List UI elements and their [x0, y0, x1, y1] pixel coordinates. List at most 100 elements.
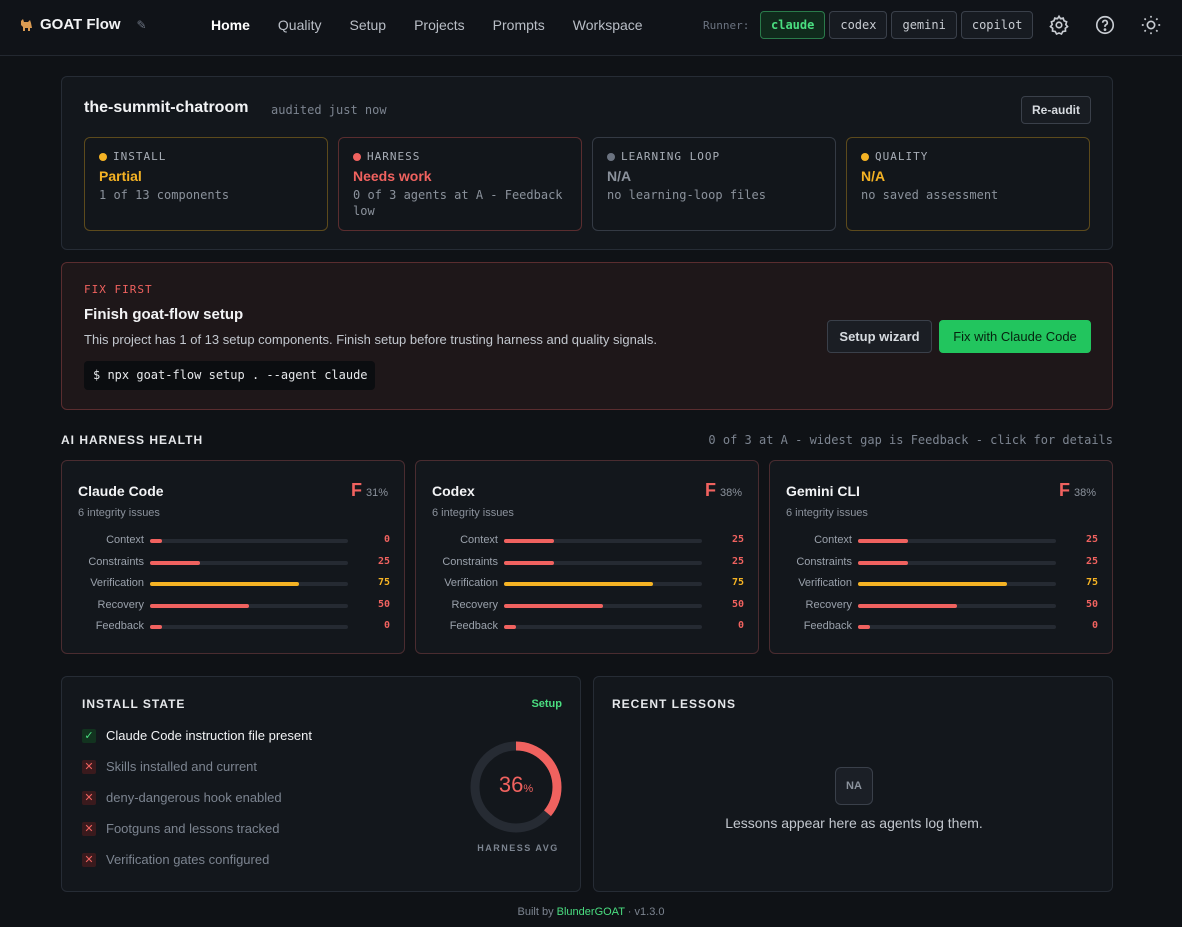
settings-gear-icon[interactable]	[1048, 14, 1070, 36]
metric-label: Verification	[90, 577, 144, 589]
runner-chip-gemini[interactable]: gemini	[891, 11, 957, 39]
metric-bar-track	[858, 560, 1056, 565]
metric-value: 75	[731, 577, 744, 588]
setup-wizard-button[interactable]: Setup wizard	[827, 320, 932, 353]
metric-bar-track	[858, 582, 1056, 586]
metric-bar-fill	[858, 603, 957, 608]
recent-lessons-panel: RECENT LESSONS NA Lessons appear here as…	[593, 676, 1113, 892]
install-item-label: Verification gates configured	[106, 852, 270, 867]
fix-first-tag: FIX FIRST	[84, 283, 153, 296]
agent-name: Claude Code	[78, 483, 164, 499]
empty-state-message: Lessons appear here as agents log them.	[725, 815, 983, 831]
metric-bar-track	[150, 539, 348, 543]
metric-row: Verification 75	[62, 577, 406, 591]
install-item: ✕ deny-dangerous hook enabled	[82, 790, 282, 805]
metric-value: 0	[383, 620, 390, 631]
fix-with-claude-button[interactable]: Fix with Claude Code	[939, 320, 1091, 353]
harness-avg-donut: 36%	[468, 739, 564, 835]
install-item-label: Footguns and lessons tracked	[106, 821, 280, 836]
nav-quality[interactable]: Quality	[264, 17, 336, 33]
re-audit-button[interactable]: Re-audit	[1021, 96, 1091, 124]
metric-row: Verification 75	[770, 577, 1114, 591]
metric-bar-fill	[150, 625, 162, 629]
help-icon[interactable]	[1094, 14, 1116, 36]
nav-projects[interactable]: Projects	[400, 17, 479, 33]
edit-icon[interactable]: ✎	[137, 18, 147, 32]
goat-icon	[18, 17, 34, 33]
theme-toggle-sun-icon[interactable]	[1140, 14, 1162, 36]
metric-row: Feedback 0	[62, 620, 406, 634]
metric-bar-track	[858, 603, 1056, 608]
setup-command[interactable]: $ npx goat-flow setup . --agent claude	[84, 361, 375, 390]
runner-chip-codex[interactable]: codex	[829, 11, 888, 39]
metric-row: Recovery 50	[416, 599, 760, 613]
status-dot-icon	[607, 152, 615, 161]
check-icon: ✓	[82, 728, 96, 743]
metric-bar-track	[504, 603, 702, 608]
app-name: GOAT Flow	[40, 16, 121, 33]
harness-health-heading: AI HARNESS HEALTH	[61, 433, 204, 447]
runner-label: Runner:	[703, 19, 750, 32]
nav-setup[interactable]: Setup	[335, 17, 400, 33]
stat-desc: 0 of 3 agents at A - Feedback low	[353, 188, 563, 218]
metric-value: 25	[731, 555, 744, 567]
harness-avg-value: 36%	[498, 772, 534, 797]
metric-bar-track	[504, 625, 702, 629]
metric-bar-fill	[504, 582, 653, 586]
author-link[interactable]: BlunderGOAT	[557, 906, 625, 918]
metric-bar-track	[150, 625, 348, 629]
metric-bar-track	[150, 603, 348, 608]
empty-state-badge: NA	[835, 767, 873, 805]
project-title: the-summit-chatroom	[84, 99, 249, 116]
metric-bar-fill	[858, 560, 908, 565]
fix-first-panel: FIX FIRST Finish goat-flow setup This pr…	[61, 262, 1113, 410]
runner-chip-claude[interactable]: claude	[760, 11, 826, 39]
metric-row: Context 25	[416, 534, 760, 548]
stat-card-quality[interactable]: QUALITY N/A no saved assessment	[846, 137, 1090, 231]
metric-label: Recovery	[451, 598, 498, 611]
app-brand[interactable]: GOAT Flow ✎	[18, 16, 147, 33]
metric-label: Verification	[444, 577, 498, 589]
footer-prefix: Built by	[517, 906, 554, 918]
stat-card-install[interactable]: INSTALL Partial 1 of 13 components	[84, 137, 328, 231]
top-bar: GOAT Flow ✎ Home Quality Setup Projects …	[0, 0, 1182, 56]
agent-issues: 6 integrity issues	[432, 507, 514, 519]
agent-card[interactable]: Claude Code F 31% 6 integrity issues Context…	[61, 460, 405, 654]
nav-prompts[interactable]: Prompts	[479, 17, 559, 33]
nav-workspace[interactable]: Workspace	[559, 17, 657, 33]
metric-label: Recovery	[97, 598, 144, 611]
stat-card-harness[interactable]: HARNESS Needs work 0 of 3 agents at A - …	[338, 137, 582, 231]
metric-row: Feedback 0	[416, 620, 760, 634]
metric-bar-fill	[858, 625, 870, 629]
stat-desc: no saved assessment	[861, 188, 999, 202]
metric-bar-fill	[150, 582, 299, 586]
metric-bar-fill	[504, 603, 603, 608]
nav-home[interactable]: Home	[197, 17, 264, 33]
stat-card-learning-loop[interactable]: LEARNING LOOP N/A no learning-loop files	[592, 137, 836, 231]
metric-row: Constraints 25	[416, 556, 760, 570]
metric-label: Verification	[798, 577, 852, 589]
stat-value: N/A	[861, 168, 886, 184]
harness-summary-link[interactable]: 0 of 3 at A - widest gap is Feedback - c…	[708, 433, 1113, 447]
agent-card[interactable]: Gemini CLI F 38% 6 integrity issues Context 2…	[769, 460, 1113, 654]
status-dot-icon	[353, 152, 361, 161]
metric-bar-track	[858, 539, 1056, 543]
metric-label: Constraints	[442, 555, 498, 568]
agent-name: Codex	[432, 483, 475, 499]
agent-grade: F 38%	[1058, 480, 1096, 500]
metric-bar-track	[150, 582, 348, 586]
runner-chip-copilot[interactable]: copilot	[960, 11, 1034, 39]
metric-bar-fill	[504, 625, 516, 629]
metric-value: 0	[737, 620, 744, 631]
setup-link[interactable]: Setup	[531, 698, 562, 710]
metric-bar-fill	[150, 539, 162, 543]
metric-value: 0	[1091, 620, 1098, 631]
metric-label: Recovery	[805, 598, 852, 611]
status-dot-icon	[99, 152, 107, 161]
install-item: ✕ Footguns and lessons tracked	[82, 821, 279, 836]
metric-label: Constraints	[796, 555, 852, 568]
agent-card[interactable]: Codex F 38% 6 integrity issues Context 25 Cons…	[415, 460, 759, 654]
metric-bar-track	[150, 560, 348, 565]
metric-row: Context 25	[770, 534, 1114, 548]
metric-value: 0	[383, 534, 390, 545]
